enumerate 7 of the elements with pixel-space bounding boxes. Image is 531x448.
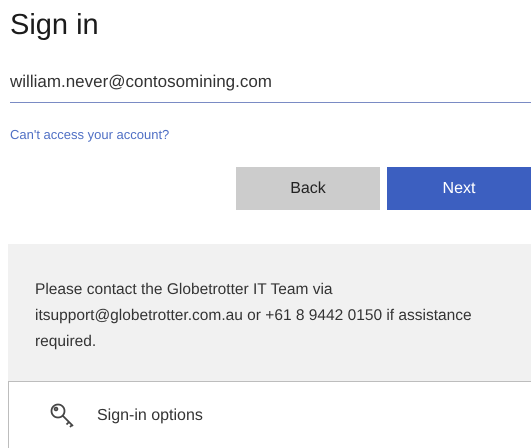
back-button[interactable]: Back: [236, 167, 380, 210]
email-field[interactable]: william.never@contosomining.com: [10, 66, 531, 104]
next-button[interactable]: Next: [387, 167, 531, 210]
notice-text: Please contact the Globetrotter IT Team via itsupport@globetrotter.com.au or +61 8 9442 0150 if assistance required.: [35, 280, 473, 352]
sign-in-options-button[interactable]: Sign-in options: [8, 381, 531, 448]
account-help-link[interactable]: Can't access your account?: [10, 125, 170, 145]
page-title: Sign in: [10, 8, 100, 43]
